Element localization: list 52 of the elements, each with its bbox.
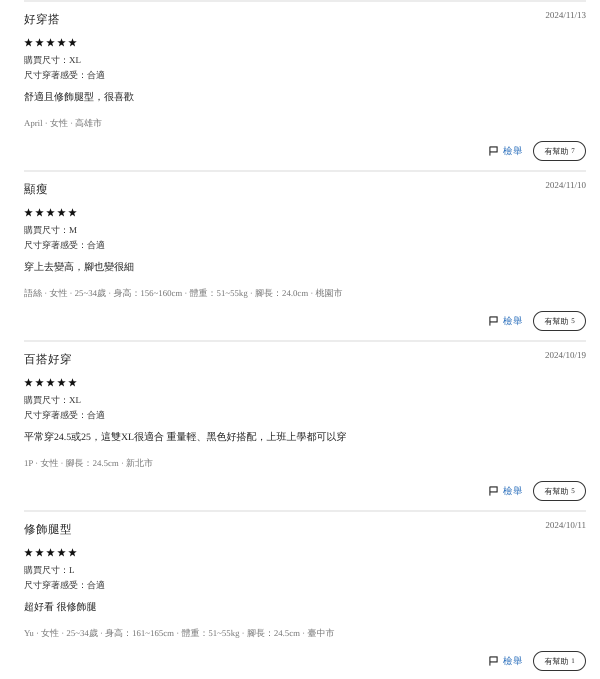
- size-fit: 尺寸穿著感受：合適: [24, 409, 106, 422]
- star-icon: [46, 378, 55, 387]
- star-icon: [46, 548, 55, 557]
- flag-icon: [489, 316, 498, 326]
- star-icon: [57, 378, 66, 387]
- star-icon: [46, 38, 55, 47]
- review-text: 穿上去變高，腳也變很細: [24, 260, 135, 275]
- purchased-size: 購買尺寸：XL: [24, 54, 82, 67]
- size-fit: 尺寸穿著感受：合適: [24, 239, 106, 252]
- review-title: 百搭好穿: [24, 352, 72, 368]
- review-title: 好穿搭: [24, 12, 60, 28]
- review-date: 2024/10/11: [545, 519, 586, 531]
- star-icon: [24, 38, 33, 47]
- review-text: 超好看 很修飾腿: [24, 600, 98, 615]
- star-icon: [35, 378, 44, 387]
- star-icon: [24, 548, 33, 557]
- review-date: 2024/10/19: [544, 349, 586, 361]
- star-icon: [57, 208, 66, 217]
- flag-icon: [489, 486, 498, 496]
- size-fit: 尺寸穿著感受：合適: [24, 579, 106, 592]
- report-button[interactable]: 檢舉: [489, 654, 523, 668]
- star-icon: [57, 548, 66, 557]
- star-icon: [24, 378, 33, 387]
- star-icon: [35, 548, 44, 557]
- review-date: 2024/11/10: [545, 179, 586, 191]
- star-icon: [68, 38, 77, 47]
- review-title: 修飾腿型: [24, 522, 72, 538]
- star-icon: [35, 208, 44, 217]
- reviewer-info: April · 女性 · 高雄市: [24, 117, 104, 130]
- report-button[interactable]: 檢舉: [489, 484, 523, 498]
- purchased-size: 購買尺寸：XL: [24, 394, 82, 407]
- star-icon: [68, 208, 77, 217]
- size-fit: 尺寸穿著感受：合適: [24, 69, 106, 82]
- reviewer-info: Yu · 女性 · 25~34歲 · 身高：161~165cm · 體重：51~55kg · 腳長：24.5cm · 臺中市: [24, 627, 336, 640]
- flag-icon: [489, 146, 498, 156]
- report-button[interactable]: 檢舉: [489, 144, 523, 158]
- star-icon: [35, 38, 44, 47]
- review-text: 舒適且修飾腿型，很喜歡: [24, 90, 135, 105]
- star-icon: [68, 548, 77, 557]
- reviewer-info: 1P · 女性 · 腳長：24.5cm · 新北市: [24, 457, 154, 470]
- purchased-size: 購買尺寸：L: [24, 564, 76, 577]
- review-text: 平常穿24.5或25，這雙XL很適合 重量輕、黑色好搭配，上班上學都可以穿: [24, 430, 348, 445]
- review-date: 2024/11/13: [545, 9, 586, 21]
- flag-icon: [489, 656, 498, 666]
- purchased-size: 購買尺寸：M: [24, 224, 78, 237]
- reviewer-info: 語絲 · 女性 · 25~34歲 · 身高：156~160cm · 體重：51~55kg · 腳長：24.0cm · 桃園市: [24, 287, 344, 300]
- star-icon: [24, 208, 33, 217]
- star-icon: [46, 208, 55, 217]
- review-title: 顯瘦: [24, 182, 48, 198]
- report-button[interactable]: 檢舉: [489, 314, 523, 328]
- star-icon: [57, 38, 66, 47]
- star-icon: [68, 378, 77, 387]
